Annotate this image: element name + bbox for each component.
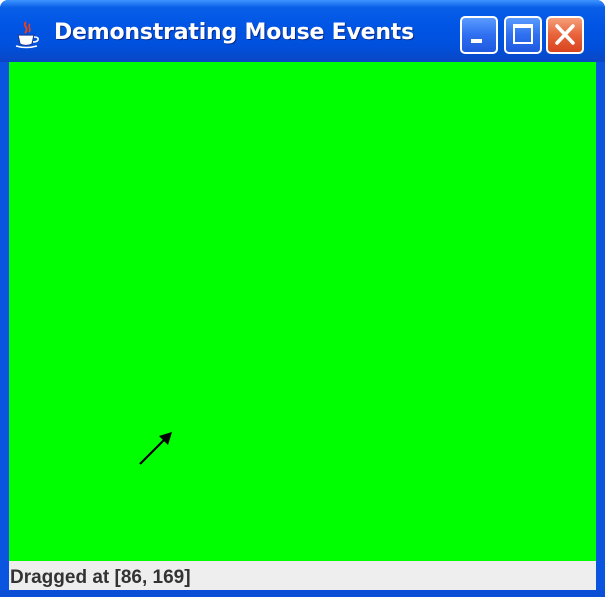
close-button[interactable]: [546, 16, 584, 54]
close-icon: [555, 24, 575, 45]
window-title: Demonstrating Mouse Events: [54, 20, 415, 45]
title-bar[interactable]: Demonstrating Mouse Events: [0, 0, 605, 62]
app-window: Demonstrating Mouse Events Dragged at [8…: [0, 0, 605, 597]
java-coffee-cup-icon: [15, 21, 39, 49]
window-bottom-border: [0, 590, 605, 597]
maximize-icon: [513, 24, 533, 44]
status-label: Dragged at [86, 169]: [10, 567, 191, 588]
status-bar: Dragged at [86, 169]: [9, 561, 596, 590]
arrow-cursor-icon: [139, 432, 172, 465]
mouse-event-canvas[interactable]: [9, 62, 596, 561]
maximize-button[interactable]: [504, 16, 542, 54]
minimize-icon: [471, 39, 482, 43]
minimize-button[interactable]: [460, 16, 498, 54]
